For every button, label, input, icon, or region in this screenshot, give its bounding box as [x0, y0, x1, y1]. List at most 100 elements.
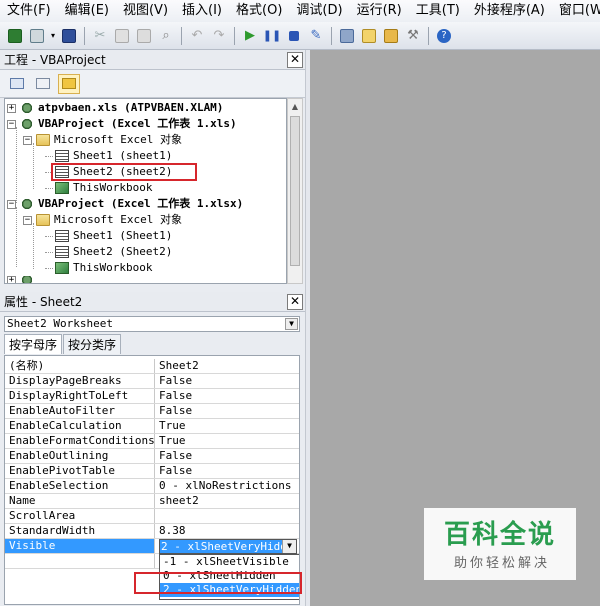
properties-window-icon[interactable] — [359, 26, 379, 46]
help-icon[interactable]: ? — [434, 26, 454, 46]
tree-item-atpvbaen[interactable]: + atpvbaen.xls (ATPVBAEN.XLAM) — [7, 100, 223, 116]
property-value[interactable] — [155, 509, 299, 523]
redo-icon[interactable]: ↷ — [209, 26, 229, 46]
vba-project-icon — [20, 198, 34, 210]
menu-addins[interactable]: 外接程序(A) — [467, 0, 552, 22]
property-name: (名称) — [5, 359, 155, 373]
toolbar-separator — [234, 26, 235, 45]
tree-item-sheet1[interactable]: Sheet1 (Sheet1) — [45, 228, 172, 244]
menu-file[interactable]: 文件(F) — [0, 0, 58, 22]
menu-edit[interactable]: 编辑(E) — [58, 0, 116, 22]
property-row[interactable]: EnableSelection 0 - xlNoRestrictions — [5, 479, 299, 494]
view-excel-icon[interactable] — [5, 26, 25, 46]
menu-tools[interactable]: 工具(T) — [409, 0, 467, 22]
toolbox-icon[interactable]: ⚒ — [403, 26, 423, 46]
design-mode-icon[interactable]: ✎ — [306, 26, 326, 46]
object-select[interactable]: Sheet2 Worksheet ▼ — [4, 316, 300, 332]
vba-project-icon — [20, 118, 34, 130]
properties-tabs: 按字母序 按分类序 — [4, 334, 122, 354]
property-row[interactable]: EnablePivotTable False — [5, 464, 299, 479]
project-pane-title: 工程 - VBAProject ✕ — [0, 50, 305, 70]
workbook-icon — [55, 182, 69, 194]
property-value[interactable]: 8.38 — [155, 524, 299, 538]
insert-userform-icon[interactable] — [27, 26, 47, 46]
property-value[interactable]: sheet2 — [155, 494, 299, 508]
property-value[interactable]: True — [155, 419, 299, 433]
menu-insert[interactable]: 插入(I) — [175, 0, 229, 22]
property-row[interactable]: DisplayPageBreaks False — [5, 374, 299, 389]
cut-icon[interactable]: ✂ — [90, 26, 110, 46]
scroll-up-icon[interactable]: ▲ — [288, 99, 302, 115]
folder-icon — [36, 134, 50, 146]
option-sheet-visible[interactable]: -1 - xlSheetVisible — [160, 555, 299, 569]
property-value[interactable]: False — [155, 389, 299, 403]
menu-run[interactable]: 运行(R) — [350, 0, 409, 22]
dropdown-arrow-icon[interactable]: ▾ — [49, 26, 57, 46]
break-icon[interactable]: ❚❚ — [262, 26, 282, 46]
property-value[interactable]: Sheet2 — [155, 359, 299, 373]
collapse-icon[interactable]: − — [7, 119, 16, 129]
chevron-down-icon[interactable]: ▼ — [285, 318, 298, 330]
tree-connector — [45, 187, 53, 189]
save-icon[interactable] — [59, 26, 79, 46]
tree-item-thisworkbook[interactable]: ThisWorkbook — [45, 260, 152, 276]
property-value[interactable]: False — [155, 374, 299, 388]
property-row[interactable]: EnableAutoFilter False — [5, 404, 299, 419]
tree-connector — [45, 155, 53, 157]
scroll-thumb[interactable] — [290, 116, 300, 266]
visible-value-select[interactable]: 2 - xlSheetVeryHidden ▼ — [159, 539, 297, 554]
property-value[interactable]: True — [155, 434, 299, 448]
close-icon[interactable]: ✕ — [287, 294, 303, 310]
tree-item-sheet1[interactable]: Sheet1 (sheet1) — [45, 148, 172, 164]
chevron-down-icon[interactable]: ▼ — [282, 540, 296, 553]
close-icon[interactable]: ✕ — [287, 52, 303, 68]
tree-item-sheet2[interactable]: Sheet2 (Sheet2) — [45, 244, 172, 260]
property-row[interactable]: Name sheet2 — [5, 494, 299, 509]
tab-alphabetic[interactable]: 按字母序 — [4, 334, 63, 354]
reset-icon[interactable] — [284, 26, 304, 46]
object-browser-icon[interactable] — [381, 26, 401, 46]
toolbar-separator — [331, 26, 332, 45]
tree-item-excel-objects[interactable]: − Microsoft Excel 对象 — [23, 132, 182, 148]
view-object-icon[interactable] — [32, 74, 54, 94]
tree-item-label: VBAProject (Excel 工作表 1.xlsx) — [38, 197, 244, 210]
property-name: Name — [5, 494, 155, 508]
paste-icon[interactable] — [134, 26, 154, 46]
collapse-icon[interactable]: − — [23, 135, 32, 145]
menu-view[interactable]: 视图(V) — [116, 0, 175, 22]
property-value[interactable]: False — [155, 404, 299, 418]
property-value[interactable]: False — [155, 449, 299, 463]
menu-format[interactable]: 格式(O) — [229, 0, 289, 22]
tab-categorized[interactable]: 按分类序 — [63, 334, 122, 354]
expand-icon[interactable]: + — [7, 103, 16, 113]
find-icon[interactable]: ⌕ — [156, 26, 176, 46]
tree-item-project-xls[interactable]: − VBAProject (Excel 工作表 1.xls) — [7, 116, 237, 132]
tree-item-label: Microsoft Excel 对象 — [54, 133, 182, 146]
copy-icon[interactable] — [112, 26, 132, 46]
tree-scrollbar[interactable]: ▲ — [287, 98, 303, 284]
property-row[interactable]: EnableCalculation True — [5, 419, 299, 434]
run-icon[interactable]: ▶ — [240, 26, 260, 46]
property-value[interactable]: 0 - xlNoRestrictions — [155, 479, 299, 493]
visible-current-value: 2 - xlSheetVeryHidden — [160, 540, 282, 553]
property-row[interactable]: EnableFormatConditionsCalculationTrue — [5, 434, 299, 449]
property-row[interactable]: StandardWidth 8.38 — [5, 524, 299, 539]
property-value[interactable]: False — [155, 464, 299, 478]
collapse-icon[interactable]: − — [7, 199, 16, 209]
toggle-folders-icon[interactable] — [58, 73, 80, 94]
property-row[interactable]: (名称) Sheet2 — [5, 359, 299, 374]
view-code-icon[interactable] — [6, 74, 28, 94]
tree-item-project-xlsx[interactable]: − VBAProject (Excel 工作表 1.xlsx) — [7, 196, 243, 212]
menu-debug[interactable]: 调试(D) — [289, 0, 349, 22]
tree-item-thisworkbook[interactable]: ThisWorkbook — [45, 180, 152, 196]
collapse-icon[interactable]: − — [23, 215, 32, 225]
property-row[interactable]: DisplayRightToLeft False — [5, 389, 299, 404]
tree-item-excel-objects[interactable]: − Microsoft Excel 对象 — [23, 212, 182, 228]
project-explorer-icon[interactable] — [337, 26, 357, 46]
property-row[interactable]: EnableOutlining False — [5, 449, 299, 464]
undo-icon[interactable]: ↶ — [187, 26, 207, 46]
highlight-box — [134, 572, 302, 594]
property-row[interactable]: ScrollArea — [5, 509, 299, 524]
worksheet-icon — [55, 150, 69, 162]
menu-window[interactable]: 窗口(W) — [552, 0, 600, 22]
